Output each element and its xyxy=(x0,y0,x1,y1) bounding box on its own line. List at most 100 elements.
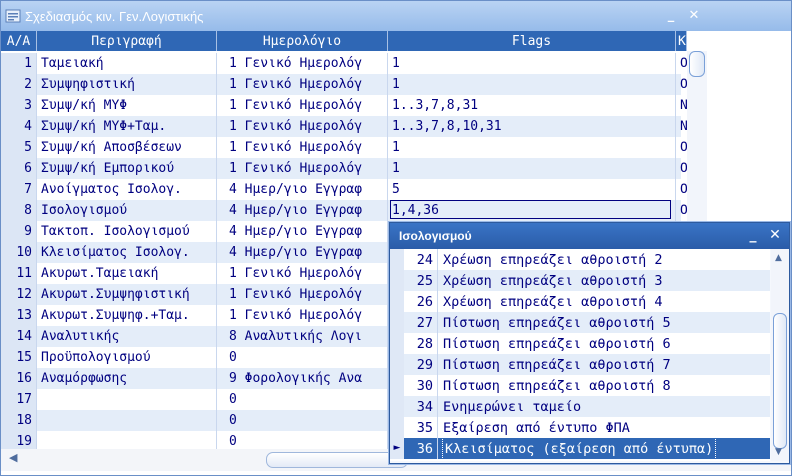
journal-cell[interactable]: 1 Γενικό Ημερολόγ xyxy=(217,263,388,284)
description-cell[interactable]: Συμψ/κή ΜΥΦ+Ταμ. xyxy=(37,116,217,137)
row-number[interactable]: 2 xyxy=(1,74,37,95)
journal-cell[interactable]: 1 Γενικό Ημερολόγ xyxy=(217,137,388,158)
journal-cell[interactable]: 0 xyxy=(217,410,388,431)
description-cell[interactable]: Ανοίγματος Ισολογ. xyxy=(37,179,217,200)
row-number[interactable]: 11 xyxy=(1,263,37,284)
flags-cell[interactable]: 5 xyxy=(388,179,676,200)
row-number[interactable]: 14 xyxy=(1,326,37,347)
journal-cell[interactable]: 0 xyxy=(217,347,388,368)
minimize-icon[interactable]: _ xyxy=(664,9,678,23)
row-number[interactable]: 16 xyxy=(1,368,37,389)
description-cell[interactable]: Ταμειακή xyxy=(37,53,217,74)
description-cell[interactable] xyxy=(37,410,217,431)
popup-vertical-scrollbar[interactable]: ▲ ▼ xyxy=(771,249,789,461)
popup-scroll-thumb[interactable] xyxy=(773,313,787,449)
journal-cell[interactable]: 1 Γενικό Ημερολόγ xyxy=(217,158,388,179)
flag-number: 35 xyxy=(404,417,438,438)
flags-cell[interactable]: 1 xyxy=(388,53,676,74)
row-number[interactable]: 4 xyxy=(1,116,37,137)
journal-cell[interactable]: 1 Γενικό Ημερολόγ xyxy=(217,74,388,95)
flags-cell[interactable]: 1..3,7,8,31 xyxy=(388,95,676,116)
journal-cell[interactable]: 1 Γενικό Ημερολόγ xyxy=(217,305,388,326)
row-number[interactable]: 1 xyxy=(1,53,37,74)
list-item[interactable]: 27 Πίστωση επηρεάζει αθροιστή 5 xyxy=(390,312,770,333)
list-item[interactable]: 30 Πίστωση επηρεάζει αθροιστή 8 xyxy=(390,375,770,396)
row-number[interactable]: 12 xyxy=(1,284,37,305)
row-number[interactable]: 9 xyxy=(1,221,37,242)
list-item[interactable]: 26 Χρέωση επηρεάζει αθροιστή 4 xyxy=(390,291,770,312)
journal-cell[interactable]: 9 Φορολογικής Ανα xyxy=(217,368,388,389)
row-number[interactable]: 13 xyxy=(1,305,37,326)
description-cell[interactable]: Τακτοπ. Ισολογισμού xyxy=(37,221,217,242)
popup-titlebar[interactable]: Ισολογισμού _ ✕ xyxy=(390,223,789,249)
row-number[interactable]: 5 xyxy=(1,137,37,158)
list-item[interactable]: 25 Χρέωση επηρεάζει αθροιστή 3 xyxy=(390,270,770,291)
column-header-aa[interactable]: Α/Α xyxy=(1,31,37,51)
flags-list[interactable]: 24 Χρέωση επηρεάζει αθροιστή 2 25 Χρέωση επ… xyxy=(390,249,770,461)
list-item[interactable]: ► 36 Κλεισίματος (εξαίρεση από έντυπα) xyxy=(390,437,770,460)
row-number[interactable]: 6 xyxy=(1,158,37,179)
description-cell[interactable]: Προϋπολογισμού xyxy=(37,347,217,368)
scroll-left-icon[interactable]: ◀ xyxy=(9,451,17,464)
flags-cell[interactable]: 1 xyxy=(388,74,676,95)
description-cell[interactable]: Συμψ/κή Εμπορικού xyxy=(37,158,217,179)
flags-cell[interactable]: 1 xyxy=(388,158,676,179)
row-number[interactable]: 3 xyxy=(1,95,37,116)
description-cell[interactable]: Συμψ/κή Αποσβέσεων xyxy=(37,137,217,158)
popup-minimize-icon[interactable]: _ xyxy=(746,228,760,242)
description-cell[interactable]: Ισολογισμού xyxy=(37,200,217,221)
description-cell[interactable]: Κλεισίματος Ισολογ. xyxy=(37,242,217,263)
flags-cell[interactable]: 1 xyxy=(388,137,676,158)
description-cell[interactable]: Ακυρωτ.Συμψηφιστική xyxy=(37,284,217,305)
row-number[interactable]: 8 xyxy=(1,200,37,221)
list-item[interactable]: 24 Χρέωση επηρεάζει αθροιστή 2 xyxy=(390,249,770,270)
journal-cell[interactable]: 4 Ημερ/γιο Εγγραφ xyxy=(217,179,388,200)
journal-cell[interactable]: 4 Ημερ/γιο Εγγραφ xyxy=(217,242,388,263)
grid-vertical-scrollbar[interactable] xyxy=(687,51,707,251)
column-header-flags[interactable]: Flags xyxy=(388,31,676,51)
column-header-description[interactable]: Περιγραφή xyxy=(37,31,217,51)
journal-cell[interactable]: 1 Γενικό Ημερολόγ xyxy=(217,284,388,305)
popup-close-icon[interactable]: ✕ xyxy=(768,228,782,242)
description-cell[interactable]: Ακυρωτ.Ταμειακή xyxy=(37,263,217,284)
description-cell[interactable] xyxy=(37,389,217,410)
row-number[interactable]: 17 xyxy=(1,389,37,410)
flags-cell-focus[interactable] xyxy=(390,200,671,219)
window-titlebar[interactable]: Σχεδιασμός κιν. Γεν.Λογιστικής _ ✕ xyxy=(1,1,791,31)
description-cell[interactable]: Συμψ/κή ΜΥΦ xyxy=(37,95,217,116)
journal-cell[interactable]: 8 Αναλυτικής Λογι xyxy=(217,326,388,347)
row-number[interactable]: 10 xyxy=(1,242,37,263)
journal-cell[interactable]: 1 Γενικό Ημερολόγ xyxy=(217,95,388,116)
journal-cell[interactable]: 4 Ημερ/γιο Εγγραφ xyxy=(217,221,388,242)
list-item[interactable]: 34 Ενημερώνει ταμείο xyxy=(390,396,770,417)
journal-cell[interactable]: 0 xyxy=(217,389,388,410)
journal-cell[interactable]: 4 Ημερ/γιο Εγγραφ xyxy=(217,200,388,221)
journal-cell[interactable]: 1 Γενικό Ημερολόγ xyxy=(217,116,388,137)
flags-cell[interactable]: 1..3,7,8,10,31 xyxy=(388,116,676,137)
description-cell[interactable]: Ακυρωτ.Συμψηφ.+Ταμ. xyxy=(37,305,217,326)
table-row[interactable]: 7 Ανοίγματος Ισολογ. 4 Ημερ/γιο Εγγραφ 5 Ο xyxy=(1,179,696,200)
list-item[interactable]: 28 Πίστωση επηρεάζει αθροιστή 6 xyxy=(390,333,770,354)
table-row[interactable]: 1 Ταμειακή 1 Γενικό Ημερολόγ 1 Ο xyxy=(1,53,696,74)
row-number[interactable]: 7 xyxy=(1,179,37,200)
table-row[interactable]: 4 Συμψ/κή ΜΥΦ+Ταμ. 1 Γενικό Ημερολόγ 1..3,7… xyxy=(1,116,696,137)
table-row[interactable]: 6 Συμψ/κή Εμπορικού 1 Γενικό Ημερολόγ 1 Ο xyxy=(1,158,696,179)
grid-scroll-thumb[interactable] xyxy=(689,51,705,77)
horizontal-scroll-thumb[interactable] xyxy=(266,452,408,468)
scroll-down-icon[interactable]: ▼ xyxy=(775,447,782,457)
description-cell[interactable]: Αναλυτικής xyxy=(37,326,217,347)
column-header-k[interactable]: Κ xyxy=(676,31,687,51)
table-row[interactable]: 2 Συμψηφιστική 1 Γενικό Ημερολόγ 1 Ο xyxy=(1,74,696,95)
table-row[interactable]: 3 Συμψ/κή ΜΥΦ 1 Γενικό Ημερολόγ 1..3,7,8,31… xyxy=(1,95,696,116)
description-cell[interactable]: Αναμόρφωσης xyxy=(37,368,217,389)
description-cell[interactable]: Συμψηφιστική xyxy=(37,74,217,95)
table-row[interactable]: 5 Συμψ/κή Αποσβέσεων 1 Γενικό Ημερολόγ 1 Ο xyxy=(1,137,696,158)
close-icon[interactable]: ✕ xyxy=(687,9,701,23)
row-number[interactable]: 15 xyxy=(1,347,37,368)
list-item[interactable]: 35 Εξαίρεση από έντυπο ΦΠΑ xyxy=(390,417,770,438)
column-header-journal[interactable]: Ημερολόγιο xyxy=(217,31,388,51)
journal-cell[interactable]: 1 Γενικό Ημερολόγ xyxy=(217,53,388,74)
scroll-up-icon[interactable]: ▲ xyxy=(775,253,782,263)
list-item[interactable]: 29 Πίστωση επηρεάζει αθροιστή 7 xyxy=(390,354,770,375)
row-number[interactable]: 18 xyxy=(1,410,37,431)
